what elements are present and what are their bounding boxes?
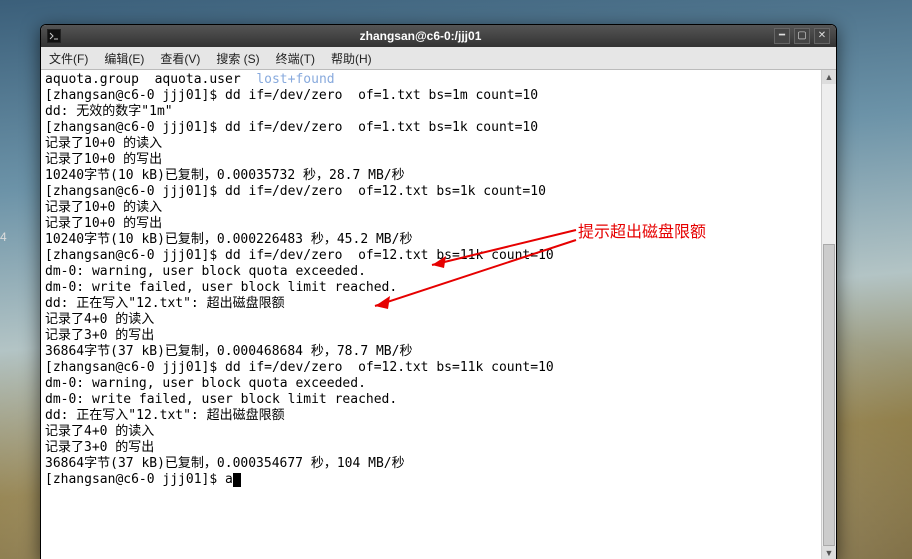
scroll-up-button[interactable]: ▲ <box>822 70 836 84</box>
lost-found: lost+found <box>256 72 334 87</box>
menu-view[interactable]: 查看(V) <box>152 50 208 67</box>
menubar: 文件(F) 编辑(E) 查看(V) 搜索 (S) 终端(T) 帮助(H) <box>41 47 836 70</box>
annotation-label: 提示超出磁盘限额 <box>578 218 706 242</box>
menu-search[interactable]: 搜索 (S) <box>208 50 267 67</box>
scroll-thumb[interactable] <box>823 244 835 546</box>
terminal-area[interactable]: aquota.group aquota.user lost+found [zha… <box>41 70 836 559</box>
menu-terminal[interactable]: 终端(T) <box>268 50 323 67</box>
terminal-icon <box>47 29 61 43</box>
menu-file[interactable]: 文件(F) <box>41 50 96 67</box>
terminal-window: zhangsan@c6-0:/jjj01 ━ ▢ ✕ 文件(F) 编辑(E) 查… <box>40 24 837 559</box>
menu-help[interactable]: 帮助(H) <box>323 50 380 67</box>
scroll-down-button[interactable]: ▼ <box>822 546 836 559</box>
window-title: zhangsan@c6-0:/jjj01 <box>67 29 774 43</box>
menu-edit[interactable]: 编辑(E) <box>96 50 152 67</box>
maximize-button[interactable]: ▢ <box>794 28 810 44</box>
cursor <box>233 473 241 487</box>
terminal-output: aquota.group aquota.user lost+found [zha… <box>41 70 836 490</box>
desktop: 4 zhangsan@c6-0:/jjj01 ━ ▢ ✕ 文件(F) 编辑(E)… <box>0 0 912 559</box>
titlebar[interactable]: zhangsan@c6-0:/jjj01 ━ ▢ ✕ <box>41 25 836 47</box>
close-button[interactable]: ✕ <box>814 28 830 44</box>
desktop-label: 4 <box>0 230 7 244</box>
scrollbar[interactable]: ▲ ▼ <box>821 70 836 559</box>
minimize-button[interactable]: ━ <box>774 28 790 44</box>
